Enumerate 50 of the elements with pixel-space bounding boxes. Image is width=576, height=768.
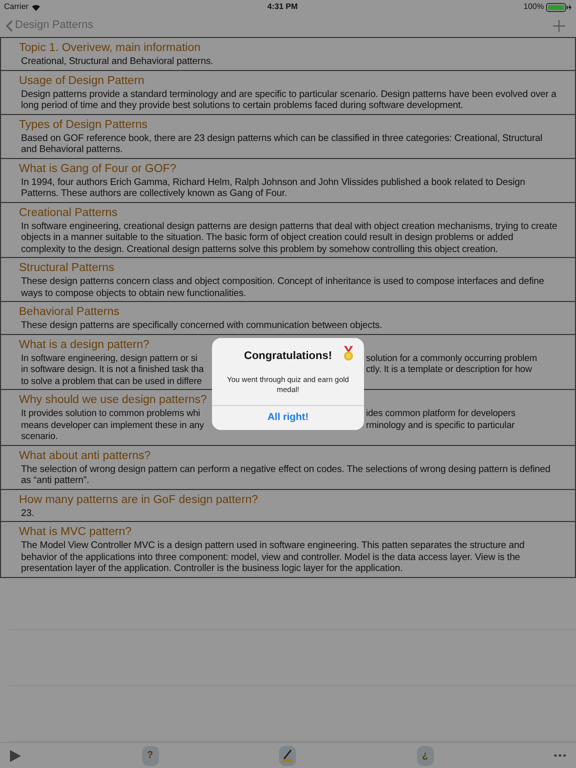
topic-text: in software design. It is not a finished task tha [21, 364, 204, 374]
topic-title: Structural Patterns [19, 261, 114, 276]
topic-title: Types of Design Patterns [19, 118, 148, 132]
topic-title: Topic 1. Overivew, main information [19, 41, 201, 56]
topic-row[interactable]: How many patterns are in GoF design pattern? 23. [1, 490, 575, 522]
topic-title: How many patterns are in GoF design pattern? [19, 492, 258, 508]
more-icon[interactable] [554, 754, 566, 757]
topic-text: It provides solution to common problems whi [21, 408, 200, 418]
topic-text: solution for a commonly occurring problem [366, 352, 538, 364]
battery-percent: 100% [524, 1, 544, 13]
medal-icon [342, 346, 355, 361]
topic-text: Creational, Structural and Behavioral patterns. [20, 56, 214, 68]
topic-text: The Model View Controller MVC is a design pattern used in software engineering. This patten separates the structure and behavior of the applications into three component: model, view and controller. Model is the data access layer. View is the presentation layer of the application. Controller is the business logic layer for the application. [20, 540, 526, 574]
topic-text: ides common platform for developers [366, 408, 516, 420]
topic-row[interactable]: Topic 1. Overivew, main information Creational, Structural and Behavioral patterns. [1, 38, 575, 70]
alert-title: Congratulations! [244, 349, 332, 364]
topic-text: scenario. [21, 431, 58, 441]
topic-row[interactable]: Behavioral Patterns These design patterns are specifically concerned with communication between objects. [1, 302, 575, 334]
topic-title: What is Gang of Four or GOF? [19, 162, 176, 176]
topic-title: Creational Patterns [19, 206, 118, 220]
back-chevron-icon [6, 20, 13, 32]
topic-text: to solve a problem that can be used in differe [21, 376, 202, 386]
battery-icon [546, 2, 572, 12]
carrier-label: Carrier [4, 1, 28, 13]
topic-title: Usage of Design Pattern [19, 74, 144, 88]
topic-text: In software engineering, creational design patterns are design patterns that deal with object creation mechanisms, trying to create objects in a manner suitable to the situation. The basic form of object creation could result in design problems or added complexity to the design. Creational design patterns solve this problem by somehow controlling this object creation. [20, 220, 558, 255]
topic-title: Why should we use design patterns? [19, 393, 207, 408]
topic-text: These design patterns are specifically concerned with communication between objects. [20, 320, 384, 332]
topic-title: What is a design pattern? [19, 338, 150, 352]
topic-text: means developer can implement these in any [21, 420, 204, 430]
topic-text: Based on GOF reference book, there are 23 design patterns which can be classified in three categories: Creational, Structural and Behavioral patterns. [20, 132, 544, 156]
play-icon[interactable] [10, 750, 21, 762]
topic-text: 23. [20, 508, 36, 519]
topic-title: Behavioral Patterns [19, 305, 120, 320]
topic-title: What about anti patterns? [19, 448, 151, 464]
topic-text: Design patterns provide a standard terminology and are specific to particular scenario. Design patterns have been evolved over a long period of time and they provide best solutions to certain problems faced during software development. [20, 88, 558, 112]
topic-text: These design patterns concern class and object composition. Concept of inheritance is used to compose interfaces and define ways to compose objects to obtain new functionalities. [20, 276, 546, 299]
topic-row[interactable]: Structural Patterns These design patterns concern class and object composition. Concept of inheritance is used to compose interfaces and define ways to compose objects to obtain new functionalities. [1, 258, 575, 302]
topic-title: What is MVC pattern? [19, 525, 132, 540]
topic-text: In software engineering, design pattern or si [21, 352, 198, 362]
topic-text: In 1994, four authors Erich Gamma, Richard Helm, Ralph Johnson and John Vlissides published a book related to Design Patterns. These authors are collectively known as Gang of Four. [20, 176, 526, 200]
wifi-icon [31, 3, 42, 11]
ok-button[interactable]: All right! [212, 404, 364, 430]
topic-text: The selection of wrong design pattern can perform a negative effect on codes. The selections of wrong desing pattern is defined as “anti pattern”. [20, 464, 552, 486]
topic-text: ctly. It is a template or description for how [366, 364, 532, 376]
topic-text: rminology and is specific to particular [366, 420, 515, 431]
topic-row[interactable]: Types of Design Patterns Based on GOF reference book, there are 23 design patterns which can be classified in three categories: Creational, Structural and Behavioral patterns. [1, 114, 575, 158]
topic-row[interactable]: What about anti patterns? The selection of wrong design pattern can perform a negative effect on codes. The selections of wrong desing pattern is defined as “anti pattern”. [1, 446, 575, 490]
writing-hand-icon[interactable] [279, 746, 296, 766]
clock-label: 4:31 PM [267, 1, 298, 13]
